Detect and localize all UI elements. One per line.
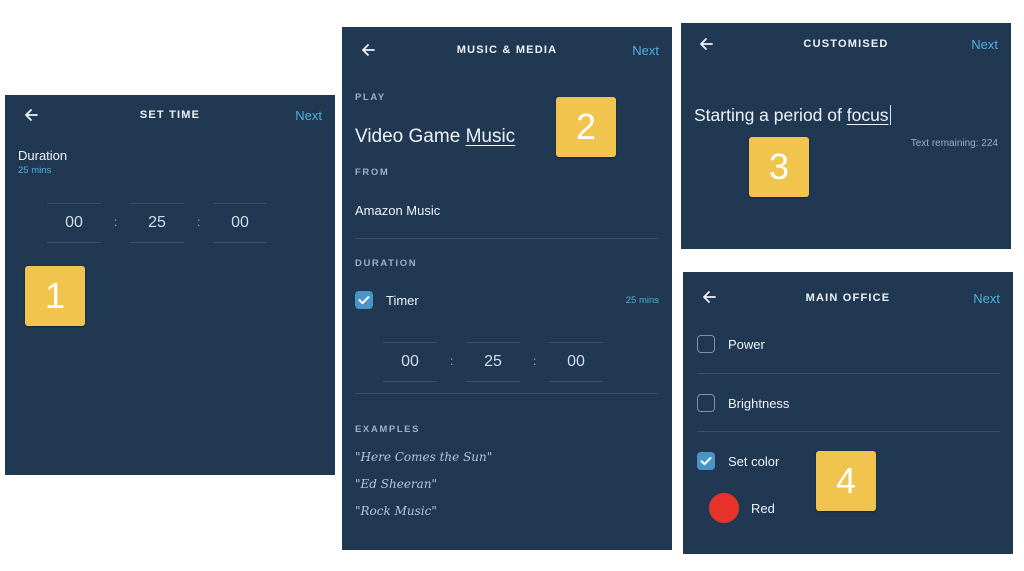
duration-label: DURATION	[355, 258, 418, 269]
time-separator: :	[450, 354, 454, 368]
divider	[355, 238, 659, 239]
play-value[interactable]: Video Game Music	[355, 126, 515, 148]
set-color-label: Set color	[728, 454, 780, 469]
example-item: "Here Comes the Sun"	[355, 450, 493, 464]
main-office-panel: MAIN OFFICE Next Power Brightness Set co…	[683, 272, 1013, 554]
time-separator: :	[533, 354, 537, 368]
example-item: "Ed Sheeran"	[355, 477, 438, 491]
examples-label: EXAMPLES	[355, 424, 421, 435]
checkmark-icon	[358, 296, 370, 305]
timer-checkbox[interactable]	[355, 291, 373, 309]
duration-label: Duration	[18, 148, 68, 163]
set-color-checkbox[interactable]	[697, 452, 715, 470]
divider	[697, 431, 1000, 432]
play-keyword[interactable]: Music	[466, 126, 516, 147]
text-remaining: Text remaining: 224	[910, 138, 998, 149]
minutes-field[interactable]: 25	[130, 203, 184, 243]
page-title: SET TIME	[139, 109, 201, 121]
next-button[interactable]: Next	[295, 108, 322, 123]
hours-field[interactable]: 00	[383, 342, 437, 382]
checkmark-icon	[700, 457, 712, 466]
page-title: MAIN OFFICE	[805, 292, 891, 304]
next-button[interactable]: Next	[973, 291, 1000, 306]
next-button[interactable]: Next	[632, 43, 659, 58]
power-checkbox[interactable]	[697, 335, 715, 353]
next-button[interactable]: Next	[971, 37, 998, 52]
seconds-field[interactable]: 00	[549, 342, 603, 382]
text-keyword[interactable]: focus	[847, 105, 889, 125]
seconds-field[interactable]: 00	[213, 203, 267, 243]
customised-panel: CUSTOMISED Next Starting a period of foc…	[681, 23, 1011, 249]
text-cursor	[889, 105, 891, 125]
timer-value: 25 mins	[625, 295, 659, 306]
minutes-field[interactable]: 25	[466, 342, 520, 382]
color-name: Red	[751, 501, 775, 516]
announcement-text-input[interactable]: Starting a period of focus	[694, 105, 891, 126]
timer-label: Timer	[386, 293, 419, 308]
brightness-label: Brightness	[728, 396, 790, 411]
hours-field[interactable]: 00	[47, 203, 101, 243]
step-badge-4: 4	[816, 451, 876, 511]
page-title: CUSTOMISED	[803, 38, 889, 50]
text-prefix: Starting a period of	[694, 105, 847, 125]
red-color-swatch[interactable]	[709, 493, 739, 523]
step-badge-2: 2	[556, 97, 616, 157]
time-separator: :	[114, 215, 118, 229]
example-item: "Rock Music"	[355, 504, 437, 518]
duration-value: 25 mins	[18, 165, 52, 176]
step-badge-3: 3	[749, 137, 809, 197]
power-label: Power	[728, 337, 765, 352]
from-label: FROM	[355, 167, 390, 178]
brightness-checkbox[interactable]	[697, 394, 715, 412]
music-media-panel: MUSIC & MEDIA Next PLAY Video Game Music…	[342, 27, 672, 550]
play-prefix: Video Game	[355, 126, 466, 147]
from-value[interactable]: Amazon Music	[355, 203, 440, 218]
page-title: MUSIC & MEDIA	[456, 44, 558, 56]
divider	[355, 393, 659, 394]
play-label: PLAY	[355, 92, 386, 103]
time-separator: :	[197, 215, 201, 229]
step-badge-1: 1	[25, 266, 85, 326]
divider	[697, 373, 1000, 374]
set-time-panel: SET TIME Next Duration 25 mins 00 : 25 :…	[5, 95, 335, 475]
